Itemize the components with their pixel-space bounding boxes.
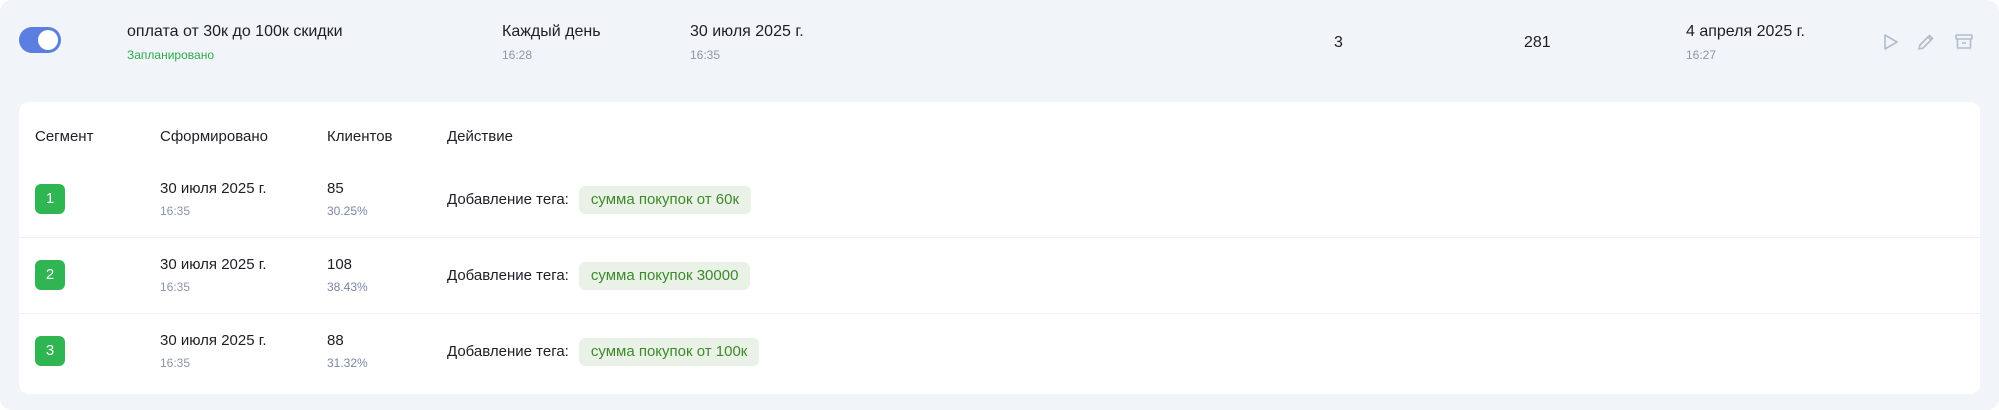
clients-percent: 30.25% [327, 204, 368, 218]
campaign-card: оплата от 30к до 100к скидки Запланирова… [0, 0, 1999, 410]
table-row: 3 30 июля 2025 г. 16:35 88 31.32% Добавл… [19, 314, 1980, 390]
next-run-time: 16:35 [690, 48, 721, 62]
header-segment: Сегмент [35, 128, 94, 145]
created-time: 16:27 [1686, 48, 1717, 62]
schedule-label: Каждый день [502, 23, 601, 40]
formed-cell: 30 июля 2025 г. 16:35 [160, 331, 267, 371]
schedule-time: 16:28 [502, 48, 533, 62]
formed-date: 30 июля 2025 г. [160, 332, 267, 349]
segment-badge: 2 [35, 260, 65, 290]
formed-time: 16:35 [160, 204, 191, 218]
clients-percent: 38.43% [327, 280, 368, 294]
action-cell: Добавление тега: сумма покупок от 60к [447, 186, 752, 214]
next-run-cell: 30 июля 2025 г. 16:35 [690, 22, 804, 63]
toggle-knob [38, 30, 58, 50]
formed-time: 16:35 [160, 356, 191, 370]
clients-count: 281 [1524, 34, 1551, 51]
header-action: Действие [447, 128, 513, 145]
clients-cell: 88 31.32% [327, 331, 368, 371]
tag-chip: сумма покупок 30000 [578, 262, 751, 290]
formed-time: 16:35 [160, 280, 191, 294]
campaign-status: Запланировано [127, 48, 214, 62]
campaign-enabled-toggle[interactable] [19, 27, 61, 53]
segment-badge: 3 [35, 336, 65, 366]
tag-chip: сумма покупок от 100к [578, 338, 760, 366]
play-icon[interactable] [1880, 32, 1900, 52]
segments-count: 3 [1334, 34, 1343, 51]
clients-cell: 108 38.43% [327, 255, 368, 295]
clients-value: 108 [327, 256, 353, 273]
segment-badge: 1 [35, 184, 65, 214]
next-run-date: 30 июля 2025 г. [690, 23, 804, 40]
campaign-name[interactable]: оплата от 30к до 100к скидки [127, 22, 343, 42]
pencil-icon[interactable] [1916, 32, 1936, 52]
created-cell: 4 апреля 2025 г. 16:27 [1686, 22, 1805, 63]
schedule-cell: Каждый день 16:28 [502, 22, 601, 63]
action-label: Добавление тега: [447, 191, 569, 208]
segments-panel: Сегмент Сформировано Клиентов Действие 1… [19, 102, 1980, 394]
table-row: 2 30 июля 2025 г. 16:35 108 38.43% Добав… [19, 238, 1980, 314]
table-row: 1 30 июля 2025 г. 16:35 85 30.25% Добавл… [19, 162, 1980, 238]
action-label: Добавление тега: [447, 343, 569, 360]
tag-chip: сумма покупок от 60к [578, 186, 752, 214]
action-cell: Добавление тега: сумма покупок 30000 [447, 262, 751, 290]
archive-icon[interactable] [1954, 32, 1974, 52]
header-clients: Клиентов [327, 128, 393, 145]
action-label: Добавление тега: [447, 267, 569, 284]
formed-date: 30 июля 2025 г. [160, 180, 267, 197]
campaign-name-cell: оплата от 30к до 100к скидки Запланирова… [127, 22, 343, 63]
header-formed: Сформировано [160, 128, 269, 145]
action-cell: Добавление тега: сумма покупок от 100к [447, 338, 760, 366]
formed-cell: 30 июля 2025 г. 16:35 [160, 255, 267, 295]
clients-value: 88 [327, 332, 344, 349]
clients-cell: 85 30.25% [327, 179, 368, 219]
clients-percent: 31.32% [327, 356, 368, 370]
formed-cell: 30 июля 2025 г. 16:35 [160, 179, 267, 219]
formed-date: 30 июля 2025 г. [160, 256, 267, 273]
clients-value: 85 [327, 180, 344, 197]
created-date: 4 апреля 2025 г. [1686, 23, 1805, 40]
